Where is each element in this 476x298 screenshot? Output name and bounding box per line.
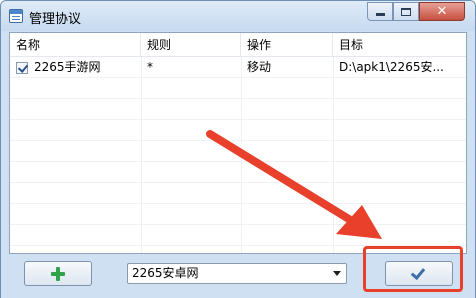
empty-row: [10, 141, 466, 162]
protocol-source-select[interactable]: 2265安卓网: [127, 263, 347, 284]
list-header: 名称 规则 操作 目标: [10, 33, 466, 57]
empty-row: [10, 78, 466, 99]
empty-row: [10, 183, 466, 204]
row-rule: *: [147, 60, 153, 74]
app-window-icon: [9, 9, 23, 23]
empty-row: [10, 204, 466, 225]
window-controls: ✕: [367, 2, 467, 22]
empty-row: [10, 225, 466, 246]
close-icon: ✕: [436, 4, 448, 19]
annotation-highlight-box: [363, 246, 463, 292]
empty-row: [10, 99, 466, 120]
plus-icon: [51, 266, 65, 281]
add-protocol-button[interactable]: [24, 261, 92, 286]
row-checkbox[interactable]: [16, 62, 28, 74]
empty-row: [10, 162, 466, 183]
row-action: 移动: [247, 60, 272, 74]
column-header-action[interactable]: 操作: [241, 33, 333, 57]
maximize-icon: [401, 7, 411, 16]
minimize-button[interactable]: [367, 2, 393, 21]
window-title: 管理协议: [29, 12, 82, 27]
row-target: D:\apk1\2265安...: [339, 60, 444, 74]
column-header-target[interactable]: 目标: [333, 33, 466, 57]
column-header-rule[interactable]: 规则: [141, 33, 241, 57]
minimize-icon: [375, 13, 385, 16]
table-row[interactable]: 2265手游网 * 移动 D:\apk1\2265安...: [10, 57, 466, 78]
empty-row: [10, 120, 466, 141]
close-button[interactable]: ✕: [419, 2, 465, 21]
row-name: 2265手游网: [34, 60, 101, 74]
protocol-list[interactable]: 名称 规则 操作 目标 2265手游网 * 移动 D:\apk1\2265安..…: [9, 32, 467, 254]
chevron-down-icon: [333, 271, 341, 276]
title-bar[interactable]: 管理协议 ✕: [1, 1, 475, 31]
column-header-name[interactable]: 名称: [10, 33, 141, 57]
select-value: 2265安卓网: [132, 266, 199, 280]
maximize-button[interactable]: [393, 2, 419, 21]
